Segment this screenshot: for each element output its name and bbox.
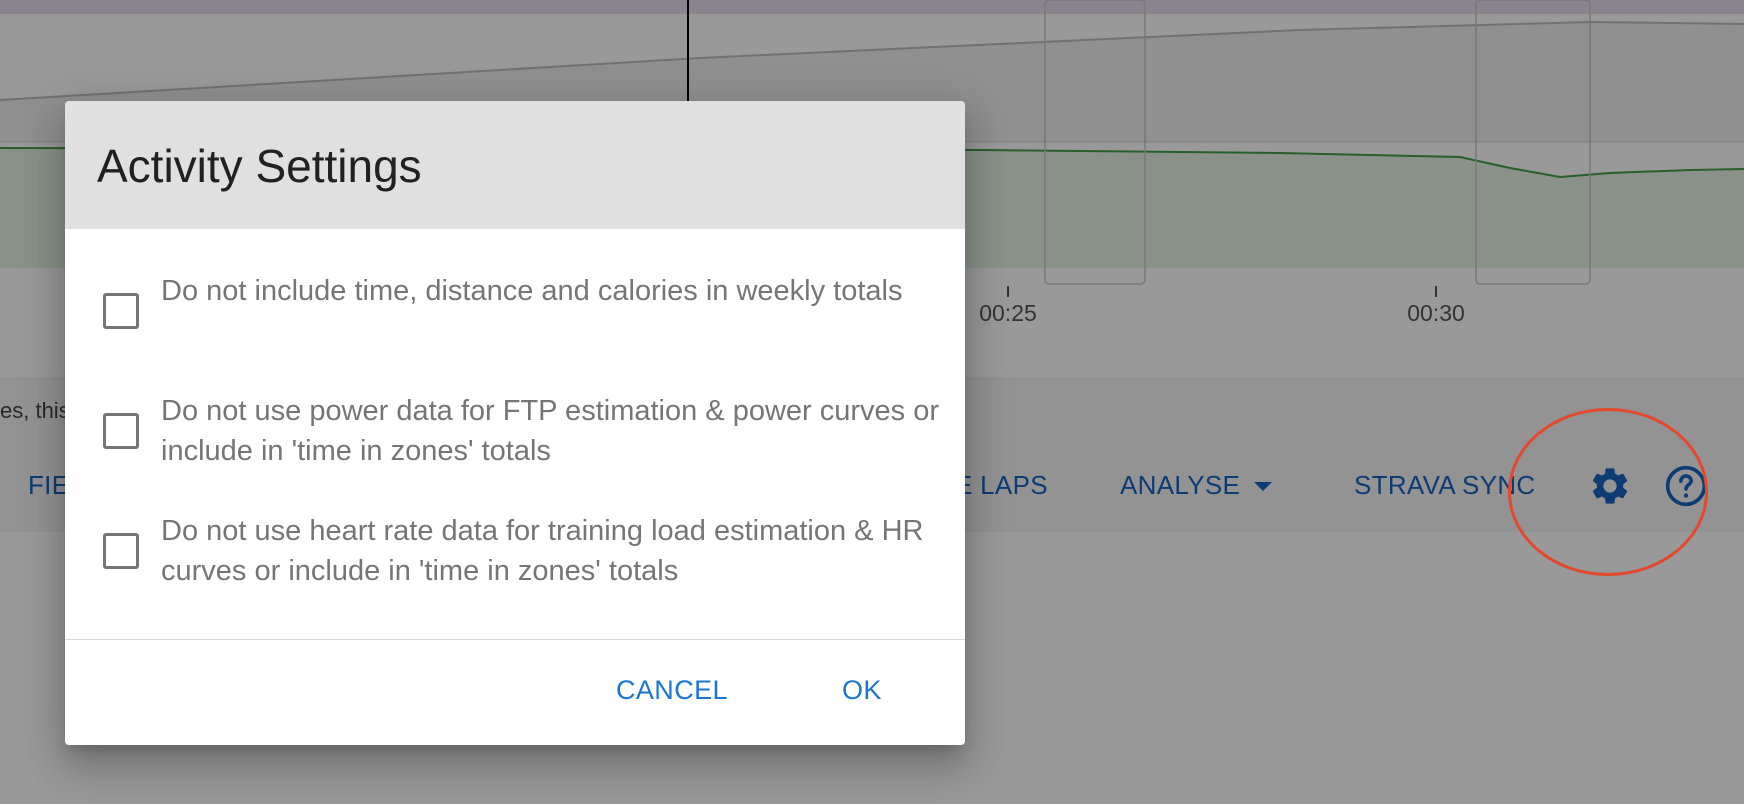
cancel-button[interactable]: CANCEL	[616, 675, 728, 706]
option-label: Do not use power data for FTP estimation…	[161, 395, 939, 467]
dialog-title: Activity Settings	[97, 140, 422, 192]
checkbox-exclude-weekly-totals[interactable]	[103, 293, 139, 329]
checkbox-exclude-heart-rate-data[interactable]	[103, 533, 139, 569]
ok-button[interactable]: OK	[842, 675, 882, 706]
checkbox-exclude-power-data[interactable]	[103, 413, 139, 449]
option-label: Do not include time, distance and calori…	[161, 275, 903, 307]
option-label: Do not use heart rate data for training …	[161, 515, 924, 587]
annotation-highlight-circle	[1508, 408, 1708, 576]
activity-settings-dialog: Activity Settings Do not include time, d…	[65, 101, 965, 745]
dialog-divider	[65, 639, 965, 640]
dialog-header: Activity Settings	[65, 101, 965, 229]
